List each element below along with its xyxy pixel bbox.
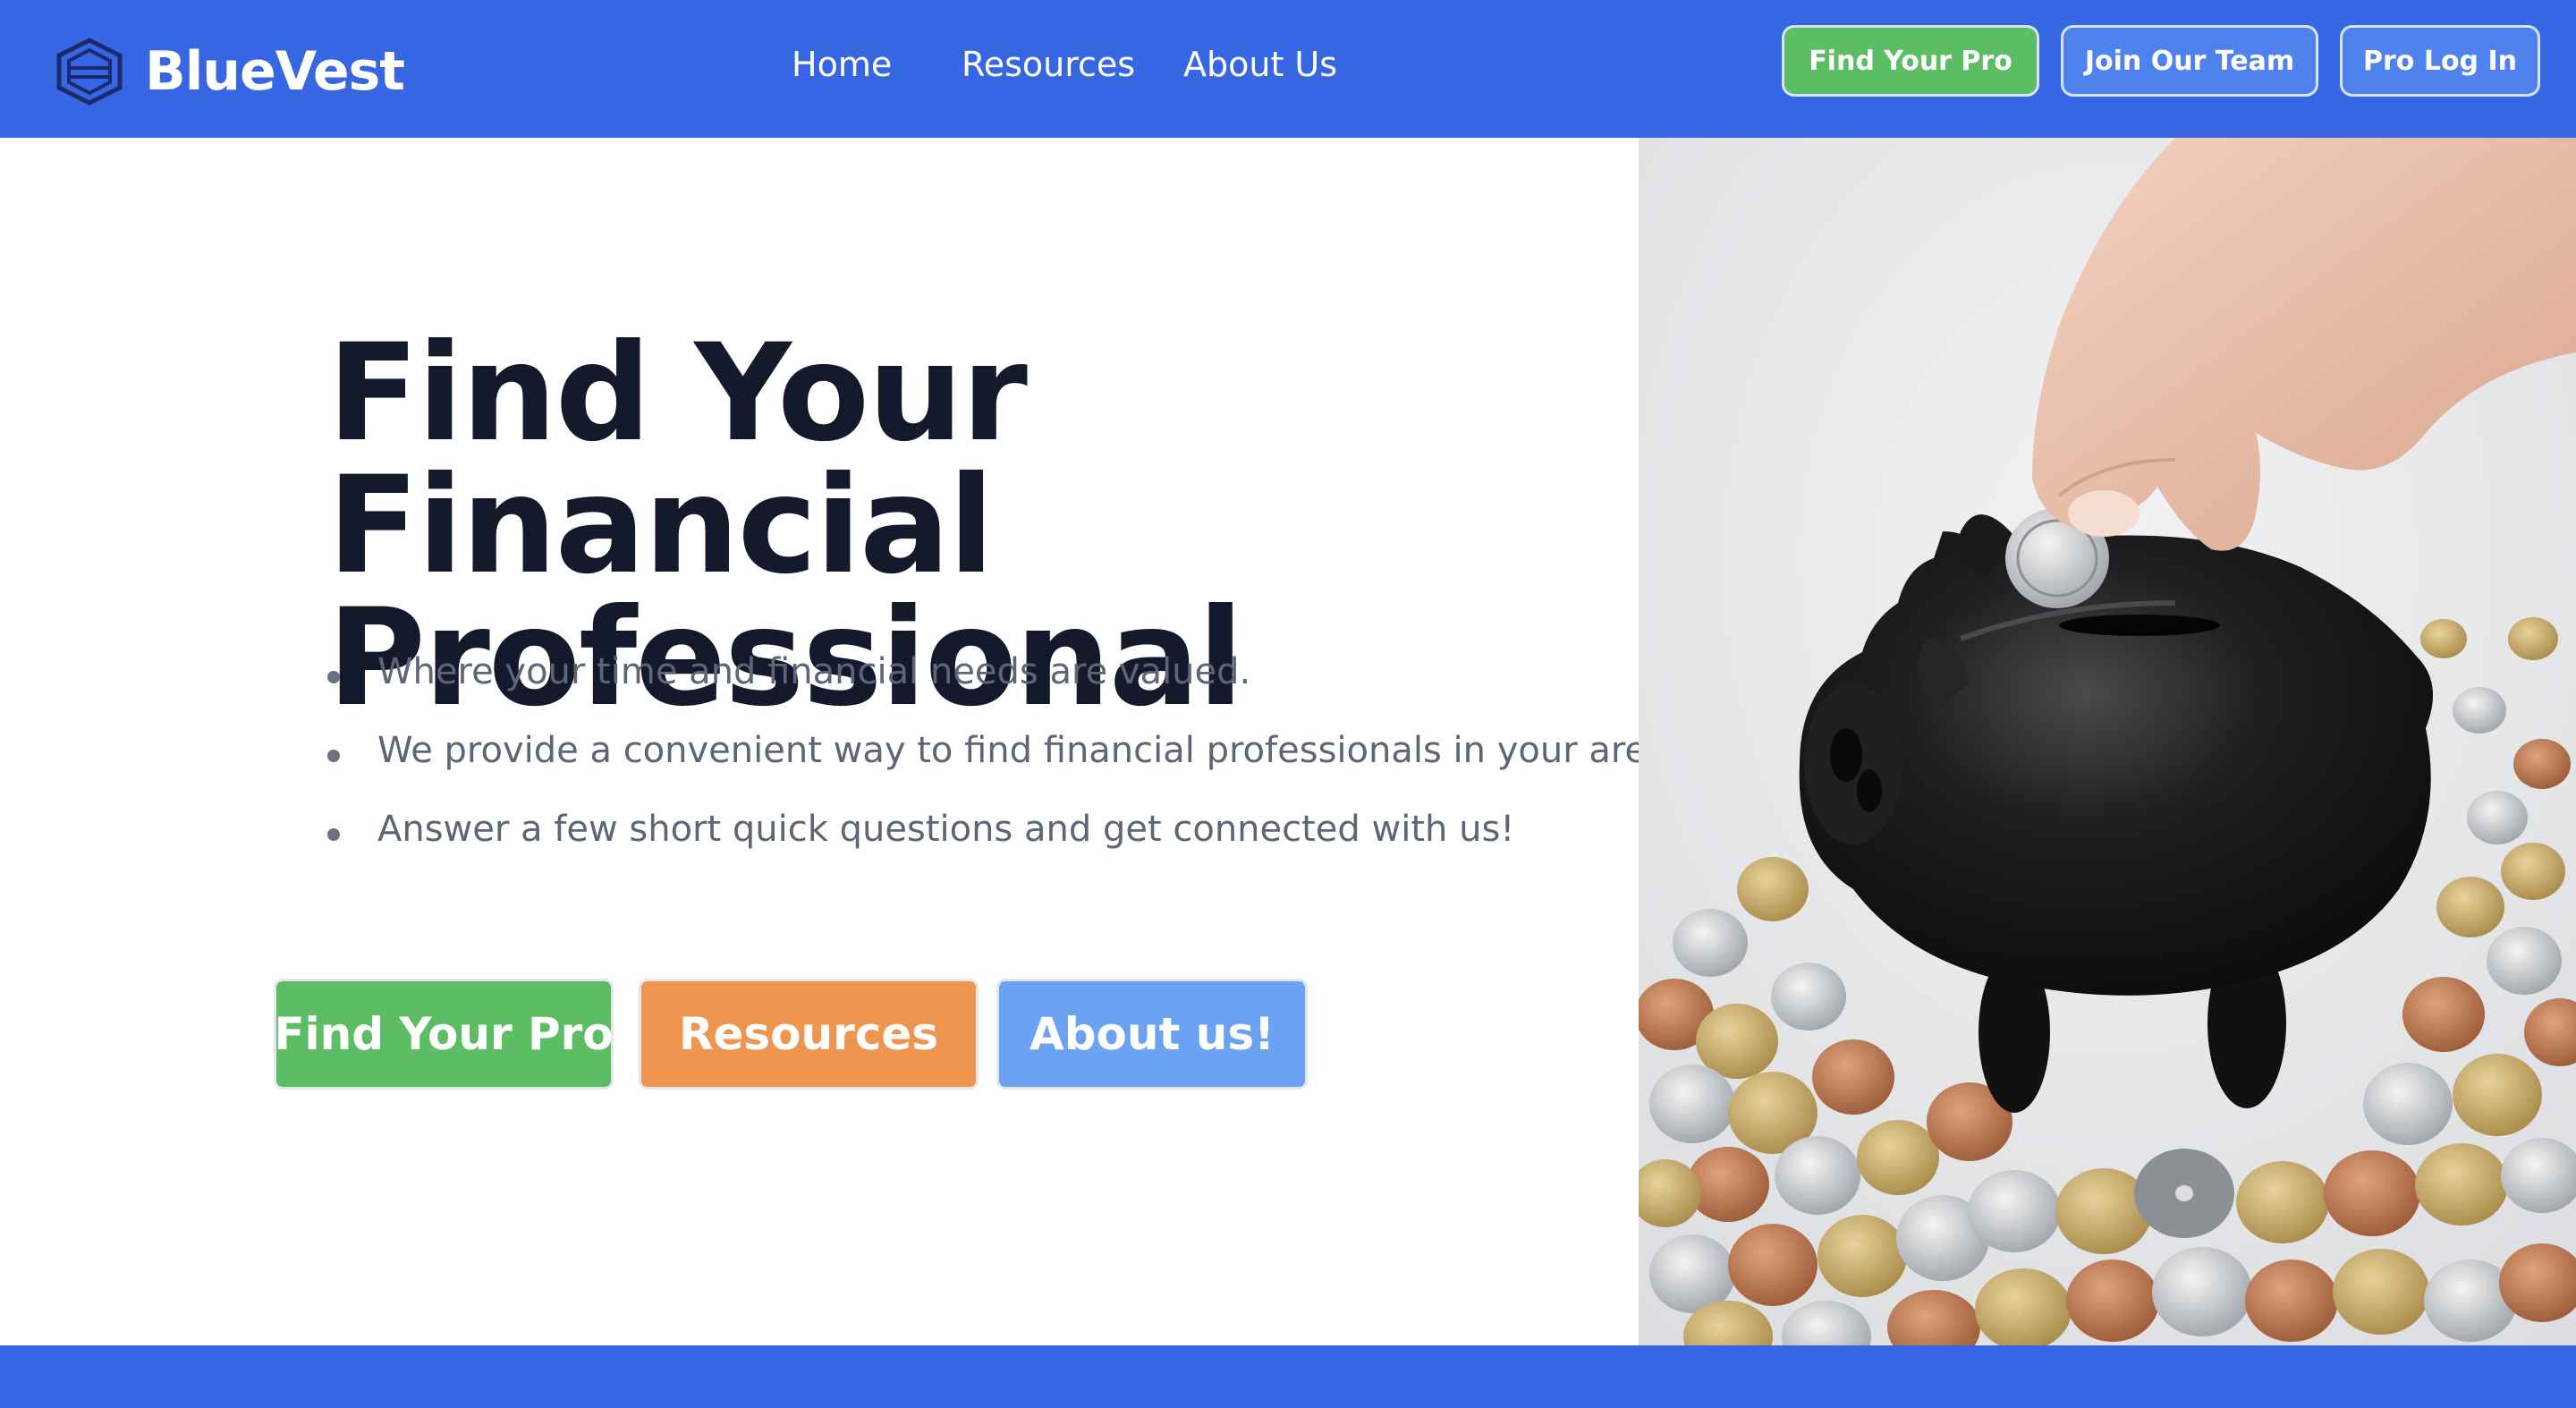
about-us-button[interactable]: About us! xyxy=(996,979,1308,1090)
nav-link-about-us[interactable]: About Us xyxy=(1183,45,1337,84)
bullet-dot-icon xyxy=(327,750,340,762)
hero-title-line-1: Find Your Financial xyxy=(327,316,1028,604)
header-join-our-team-button[interactable]: Join Our Team xyxy=(2061,25,2318,97)
top-navigation-bar: BlueVest Home Resources About Us Find Yo… xyxy=(0,0,2576,138)
bullet-item: Answer a few short quick questions and g… xyxy=(327,809,1680,887)
footer-strip xyxy=(0,1345,2576,1408)
hero-bullet-list: Where your time and financial needs are … xyxy=(327,651,1680,887)
piggy-bank-illustration xyxy=(1639,138,2576,1345)
resources-button[interactable]: Resources xyxy=(639,979,979,1090)
header-find-your-pro-button[interactable]: Find Your Pro xyxy=(1782,25,2039,97)
hexagon-logo-icon xyxy=(56,38,123,106)
nav-link-resources[interactable]: Resources xyxy=(962,45,1135,84)
bullet-item: Where your time and financial needs are … xyxy=(327,651,1680,730)
brand-name: BlueVest xyxy=(145,40,405,103)
bullet-text: We provide a convenient way to find fina… xyxy=(377,730,1681,771)
bullet-dot-icon xyxy=(327,828,340,841)
header-pro-log-in-button[interactable]: Pro Log In xyxy=(2340,25,2540,97)
bullet-text: Where your time and financial needs are … xyxy=(377,651,1251,692)
brand-logo[interactable]: BlueVest xyxy=(54,38,405,106)
bullet-text: Answer a few short quick questions and g… xyxy=(377,809,1515,850)
bullet-dot-icon xyxy=(327,671,340,683)
bullet-item: We provide a convenient way to find fina… xyxy=(327,730,1680,809)
hero-image-piggy-bank xyxy=(1639,138,2576,1345)
nav-link-home[interactable]: Home xyxy=(792,45,892,84)
find-your-pro-button[interactable]: Find Your Pro xyxy=(274,979,614,1090)
